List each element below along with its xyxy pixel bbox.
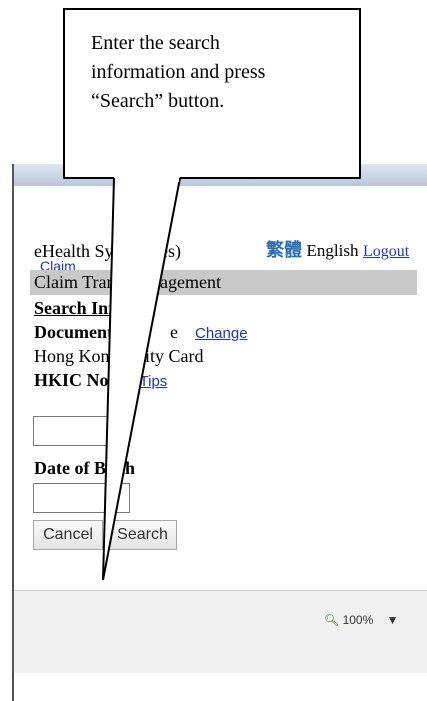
cancel-button[interactable]: Cancel: [33, 520, 103, 550]
document-type-label: Document: [34, 322, 113, 342]
section-title: Claim Trans Management: [34, 272, 221, 292]
english-language-label[interactable]: English: [307, 241, 359, 260]
callout-line-1: Enter the search: [91, 32, 220, 54]
zoom-level: 100%: [342, 613, 374, 627]
logout-link[interactable]: Logout: [363, 243, 409, 260]
search-button[interactable]: Search: [108, 520, 177, 550]
hkic-label: HKIC No: [34, 370, 109, 390]
document-type-suffix: e: [170, 322, 178, 342]
callout-line-3: “Search” button.: [91, 90, 225, 112]
date-of-birth-input[interactable]: [33, 483, 130, 513]
zoom-magnifier-icon: 🔍︎: [324, 613, 340, 627]
tips-link[interactable]: Tips: [140, 373, 168, 390]
zoom-control[interactable]: 🔍︎ 100% ▼: [324, 613, 399, 627]
chinese-language-link[interactable]: 繁體: [266, 240, 302, 260]
change-link[interactable]: Change: [195, 325, 248, 342]
status-bar: [14, 590, 427, 673]
date-of-birth-label: Date of Birth: [34, 458, 135, 478]
hkic-input[interactable]: [33, 416, 130, 446]
language-links: 繁體 English Logout: [266, 240, 409, 262]
document-type-value: Hong Kong entity Card: [34, 346, 204, 366]
document-type-row: Document e Change: [34, 322, 248, 344]
search-information-heading: Search Inf tion: [34, 298, 149, 318]
hkic-row: HKIC No Tips: [34, 370, 167, 392]
callout-text: Enter the search information and press “…: [91, 29, 351, 116]
callout-line-2: information and press: [91, 61, 266, 83]
zoom-dropdown-icon: ▼: [386, 613, 399, 627]
